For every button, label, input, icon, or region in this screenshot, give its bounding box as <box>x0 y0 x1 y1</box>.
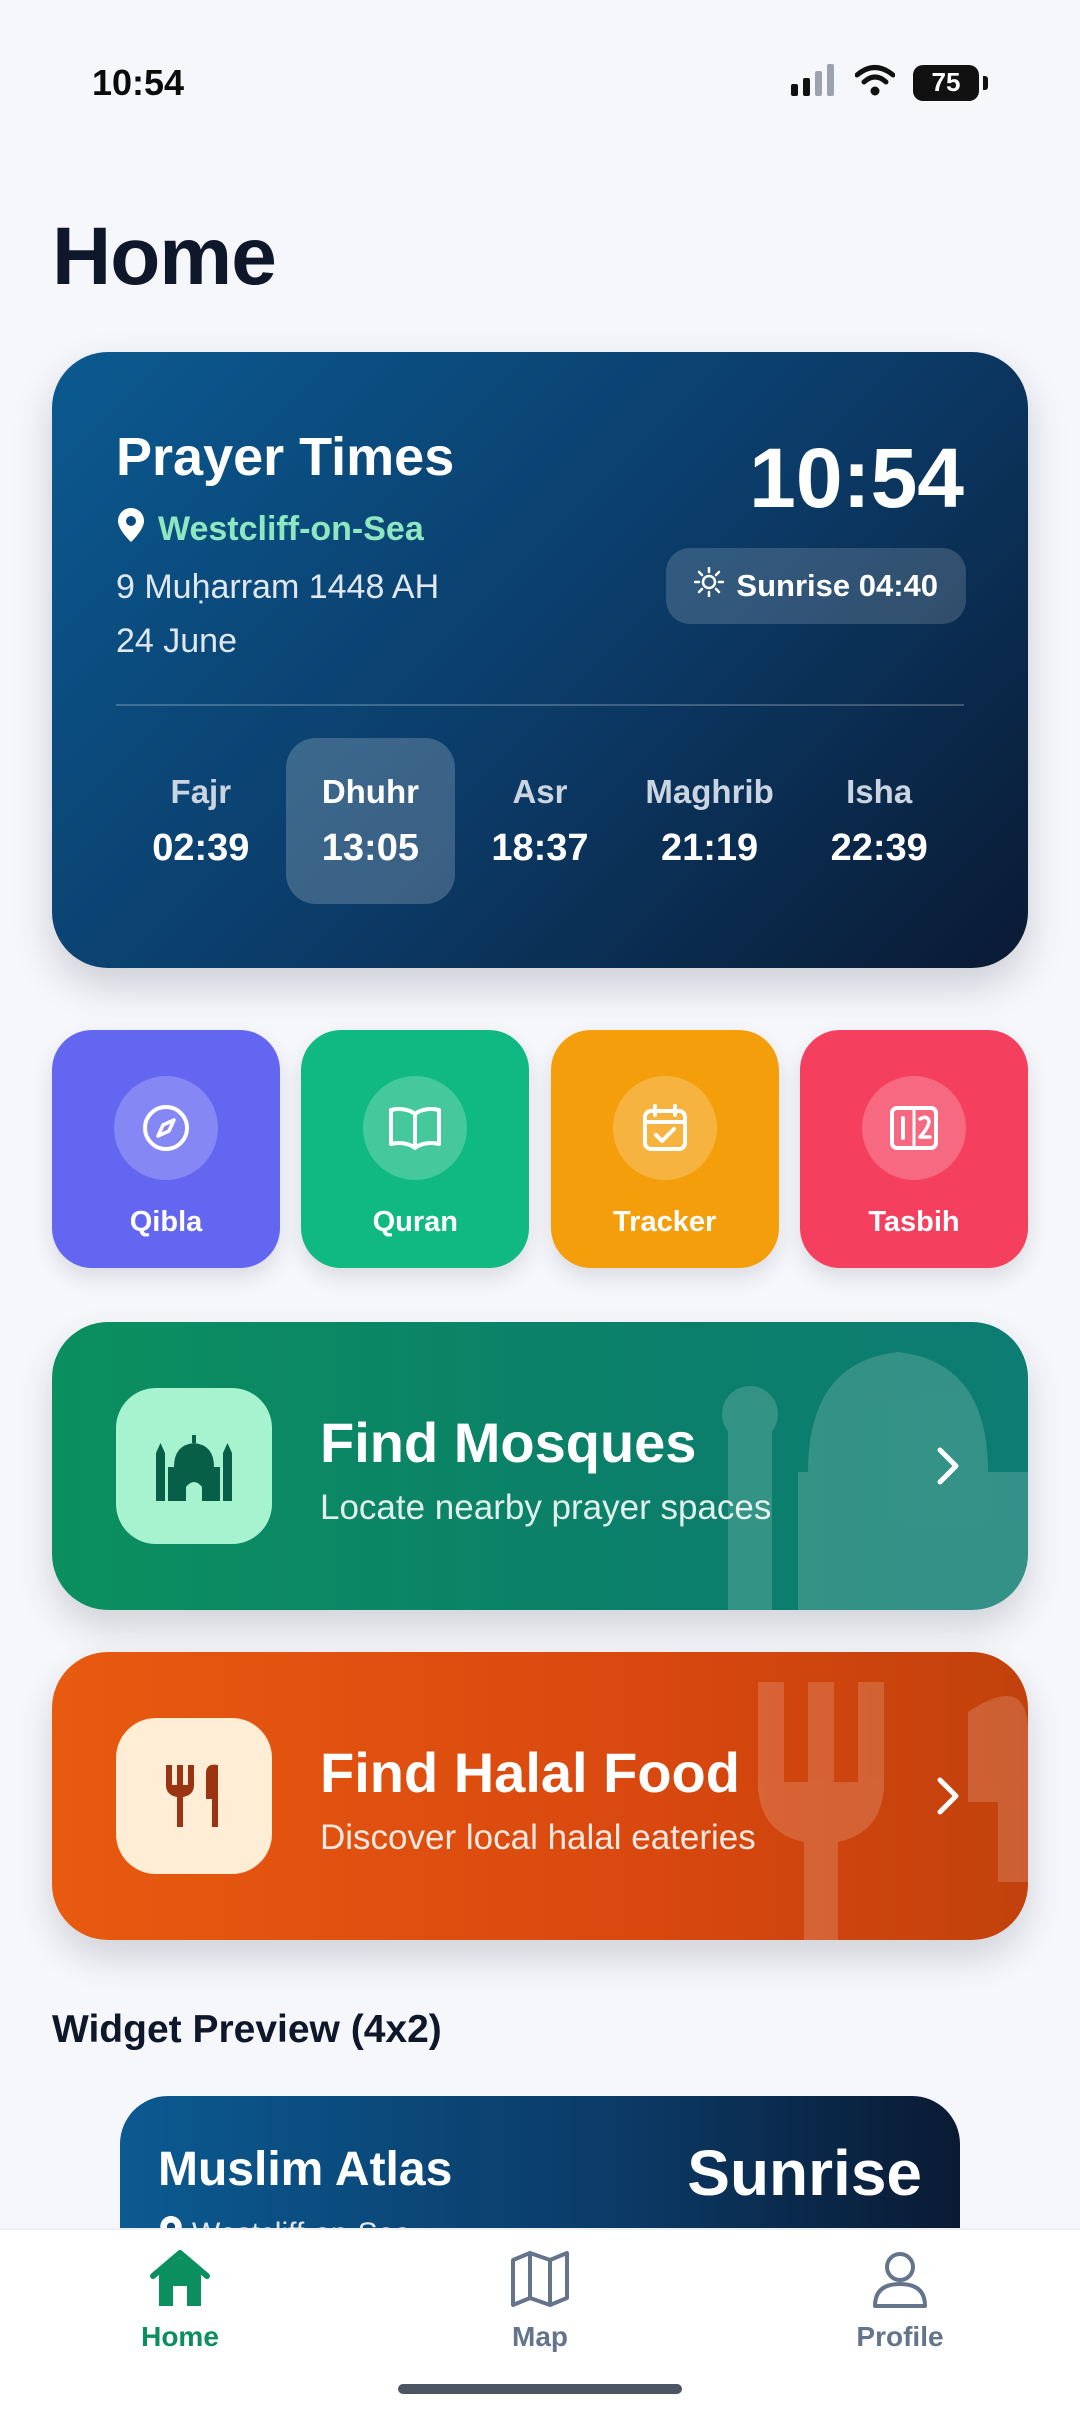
widget-app-name: Muslim Atlas <box>158 2143 453 2196</box>
calendar-check-icon <box>612 1076 717 1180</box>
prayer-time: 22:39 <box>830 826 928 869</box>
prayer-card-title: Prayer Times <box>116 427 455 487</box>
find-mosques-card[interactable]: Find Mosques Locate nearby prayer spaces <box>52 1322 1028 1610</box>
nav-label: Map <box>512 2321 568 2352</box>
utensils-icon <box>116 1718 272 1874</box>
sun-icon <box>694 566 725 605</box>
counter-icon <box>861 1076 966 1180</box>
prayer-asr[interactable]: Asr 18:37 <box>455 738 625 904</box>
nav-label: Home <box>141 2321 219 2352</box>
prayer-time: 13:05 <box>321 826 419 869</box>
find-mosques-title: Find Mosques <box>320 1411 697 1474</box>
tile-label: Quran <box>372 1206 459 1238</box>
signal-icon <box>791 64 837 101</box>
battery-level: 75 <box>913 64 979 101</box>
tile-label: Tracker <box>613 1206 717 1238</box>
prayer-name: Isha <box>846 772 913 810</box>
current-time: 10:54 <box>749 431 964 525</box>
nav-label: Profile <box>856 2321 944 2352</box>
profile-icon <box>869 2248 931 2315</box>
find-halal-food-subtitle: Discover local halal eateries <box>320 1818 756 1857</box>
location-label: Westcliff-on-Sea <box>158 510 424 548</box>
status-time: 10:54 <box>92 62 185 103</box>
sunrise-label: Sunrise 04:40 <box>736 568 938 603</box>
prayer-name: Dhuhr <box>321 772 419 810</box>
location[interactable]: Westcliff-on-Sea <box>118 508 424 551</box>
tasbih-button[interactable]: Tasbih <box>799 1030 1028 1268</box>
chevron-right-icon <box>936 1446 960 1491</box>
prayer-time: 21:19 <box>660 826 759 869</box>
prayer-isha[interactable]: Isha 22:39 <box>794 738 964 904</box>
compass-icon <box>114 1076 218 1180</box>
prayer-dhuhr[interactable]: Dhuhr 13:05 <box>285 738 456 904</box>
chevron-right-icon <box>936 1776 960 1821</box>
utensils-background-icon <box>758 1682 1028 1940</box>
hijri-date: 9 Muḥarram 1448 AH <box>116 568 440 606</box>
prayer-time: 18:37 <box>491 826 589 869</box>
mosque-background-icon <box>722 1352 1028 1610</box>
page-title: Home <box>52 211 277 302</box>
status-icons: 75 <box>791 64 988 101</box>
mosque-icon <box>116 1388 272 1544</box>
nav-map[interactable]: Map <box>430 2248 650 2353</box>
quick-actions: Qibla Quran Tracker Tasbih <box>52 1030 1028 1268</box>
widget-preview-heading: Widget Preview (4x2) <box>52 2008 442 2051</box>
prayer-time: 02:39 <box>152 826 250 869</box>
home-icon <box>147 2248 213 2315</box>
prayer-fajr[interactable]: Fajr 02:39 <box>116 738 286 904</box>
nav-home[interactable]: Home <box>70 2248 290 2353</box>
tile-label: Tasbih <box>868 1206 960 1238</box>
bottom-navigation: Home Map Profile <box>0 2228 1080 2424</box>
find-halal-food-card[interactable]: Find Halal Food Discover local halal eat… <box>52 1652 1028 1940</box>
map-icon <box>509 2248 571 2315</box>
widget-next-event: Sunrise <box>687 2137 922 2209</box>
tile-label: Qibla <box>129 1206 203 1238</box>
quran-button[interactable]: Quran <box>301 1030 530 1268</box>
location-pin-icon <box>118 508 144 551</box>
book-open-icon <box>363 1076 468 1180</box>
wifi-icon <box>854 64 896 101</box>
prayer-times-card[interactable]: Prayer Times Westcliff-on-Sea 9 Muḥarram… <box>52 352 1028 968</box>
divider <box>116 704 964 706</box>
nav-profile[interactable]: Profile <box>790 2248 1010 2353</box>
home-indicator[interactable] <box>398 2384 682 2394</box>
status-bar: 10:54 75 <box>0 0 1080 170</box>
battery-icon: 75 <box>913 64 988 101</box>
qibla-button[interactable]: Qibla <box>52 1030 280 1268</box>
prayer-name: Fajr <box>170 772 232 810</box>
prayer-name: Maghrib <box>645 772 774 810</box>
prayer-list: Fajr 02:39 Dhuhr 13:05 Asr 18:37 Maghrib… <box>116 738 964 908</box>
find-halal-food-title: Find Halal Food <box>320 1741 740 1804</box>
prayer-maghrib[interactable]: Maghrib 21:19 <box>625 738 795 904</box>
tracker-button[interactable]: Tracker <box>550 1030 779 1268</box>
prayer-name: Asr <box>512 772 568 810</box>
gregorian-date: 24 June <box>116 622 237 660</box>
find-mosques-subtitle: Locate nearby prayer spaces <box>320 1488 772 1527</box>
sunrise-badge: Sunrise 04:40 <box>666 548 966 624</box>
